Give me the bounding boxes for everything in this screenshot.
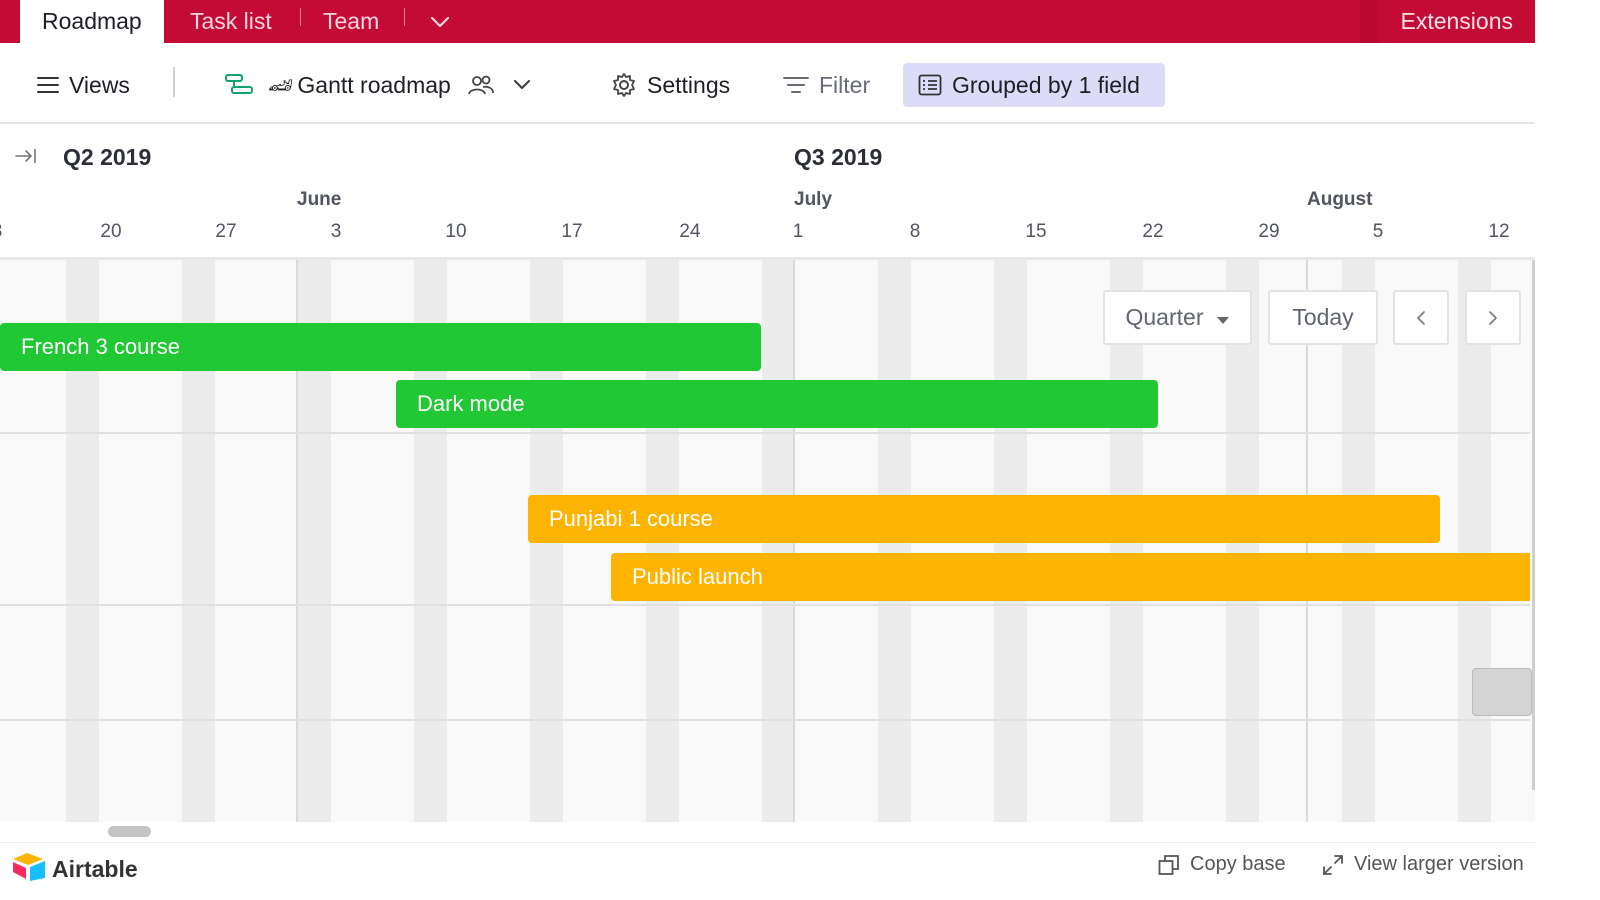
- month-label: June: [297, 189, 342, 210]
- gantt-bar-french-3-course[interactable]: French 3 course: [0, 323, 761, 371]
- month-label: August: [1307, 189, 1373, 210]
- copy-icon: [1158, 854, 1180, 876]
- previous-period-button[interactable]: [1393, 290, 1449, 345]
- tab-bar: Roadmap Task list Team Extensions: [0, 0, 1535, 43]
- next-period-button[interactable]: [1465, 290, 1521, 345]
- tab-divider: [300, 8, 301, 26]
- extensions-button[interactable]: Extensions: [1400, 0, 1513, 43]
- day-label: 10: [445, 221, 467, 242]
- quarter-label: Q2 2019: [63, 144, 152, 170]
- day-label: 8: [909, 221, 921, 242]
- day-label: 24: [679, 221, 701, 242]
- horizontal-scrollbar[interactable]: [108, 826, 151, 837]
- gear-icon: [611, 72, 637, 98]
- collaborators-icon: [467, 74, 495, 96]
- day-label: 22: [1142, 221, 1164, 242]
- view-toolbar: Views 🏎 Gantt roadmap Settings Filter Gr…: [0, 43, 1535, 124]
- views-button[interactable]: Views: [37, 63, 130, 107]
- airtable-brand[interactable]: Airtable: [12, 851, 138, 887]
- group-divider: [0, 604, 1530, 606]
- month-label: July: [794, 189, 833, 210]
- group-list-icon: [918, 74, 942, 96]
- view-larger-label: View larger version: [1354, 853, 1524, 875]
- collapse-sidebar-icon[interactable]: [14, 146, 38, 171]
- chevron-left-icon: [1416, 304, 1426, 331]
- gantt-bar-punjabi-1-course[interactable]: Punjabi 1 course: [528, 495, 1440, 543]
- chevron-right-icon: [1488, 304, 1498, 331]
- filter-button[interactable]: Filter: [783, 63, 870, 107]
- vertical-scrollbar[interactable]: [1532, 260, 1535, 790]
- group-divider: [0, 719, 1530, 721]
- tab-divider: [404, 8, 405, 26]
- copy-base-label: Copy base: [1190, 853, 1286, 875]
- filter-label: Filter: [819, 71, 871, 98]
- views-label: Views: [69, 71, 130, 98]
- view-name: Gantt roadmap: [297, 71, 451, 98]
- settings-button[interactable]: Settings: [611, 63, 730, 107]
- timeline-header: Q2 2019 Q3 2019 June July August 3 20 27…: [0, 124, 1535, 260]
- extensions-divider: [1360, 0, 1378, 43]
- settings-label: Settings: [647, 71, 731, 98]
- day-label: 1: [792, 221, 804, 242]
- day-label: 20: [100, 221, 122, 242]
- day-label: 12: [1488, 221, 1510, 242]
- tab-task-list[interactable]: Task list: [190, 0, 272, 43]
- app-window: Roadmap Task list Team Extensions Views …: [0, 0, 1600, 900]
- day-label: 29: [1258, 221, 1280, 242]
- quarter-label: Q3 2019: [794, 144, 883, 170]
- range-select[interactable]: Quarter: [1103, 290, 1252, 345]
- group-button[interactable]: Grouped by 1 field: [903, 63, 1165, 107]
- filter-icon: [783, 76, 809, 94]
- race-car-emoji: 🏎: [268, 74, 294, 97]
- day-label: 3: [330, 221, 342, 242]
- gantt-bar-dark-mode[interactable]: Dark mode: [396, 380, 1158, 428]
- view-switcher[interactable]: 🏎 Gantt roadmap: [224, 63, 541, 107]
- day-label: 17: [561, 221, 583, 242]
- airtable-logo-icon: [12, 851, 46, 887]
- tab-team[interactable]: Team: [323, 0, 379, 43]
- hamburger-icon: [37, 76, 59, 94]
- toolbar-divider: [173, 67, 175, 97]
- caret-down-icon: [1217, 304, 1230, 331]
- chevron-down-icon[interactable]: [513, 79, 531, 91]
- expand-icon: [1322, 854, 1344, 876]
- day-label: 5: [1372, 221, 1384, 242]
- group-divider: [0, 432, 1530, 434]
- gantt-grid: French 3 course Dark mode Punjabi 1 cour…: [0, 260, 1535, 822]
- gantt-bar-public-launch[interactable]: Public launch: [611, 553, 1530, 601]
- gantt-view-icon: [224, 73, 254, 97]
- view-larger-button[interactable]: View larger version: [1322, 853, 1524, 876]
- copy-base-button[interactable]: Copy base: [1158, 853, 1286, 876]
- more-tabs-chevron-icon[interactable]: [430, 0, 450, 43]
- today-button[interactable]: Today: [1268, 290, 1378, 345]
- embed-footer: Airtable Copy base View larger version: [0, 842, 1535, 900]
- tab-roadmap[interactable]: Roadmap: [20, 0, 164, 43]
- brand-name: Airtable: [52, 855, 138, 882]
- group-label: Grouped by 1 field: [952, 71, 1140, 98]
- day-label: 15: [1025, 221, 1047, 242]
- range-select-value: Quarter: [1125, 304, 1204, 330]
- day-label: 3: [0, 221, 2, 243]
- day-label: 27: [215, 221, 237, 242]
- empty-record-placeholder[interactable]: [1472, 668, 1532, 716]
